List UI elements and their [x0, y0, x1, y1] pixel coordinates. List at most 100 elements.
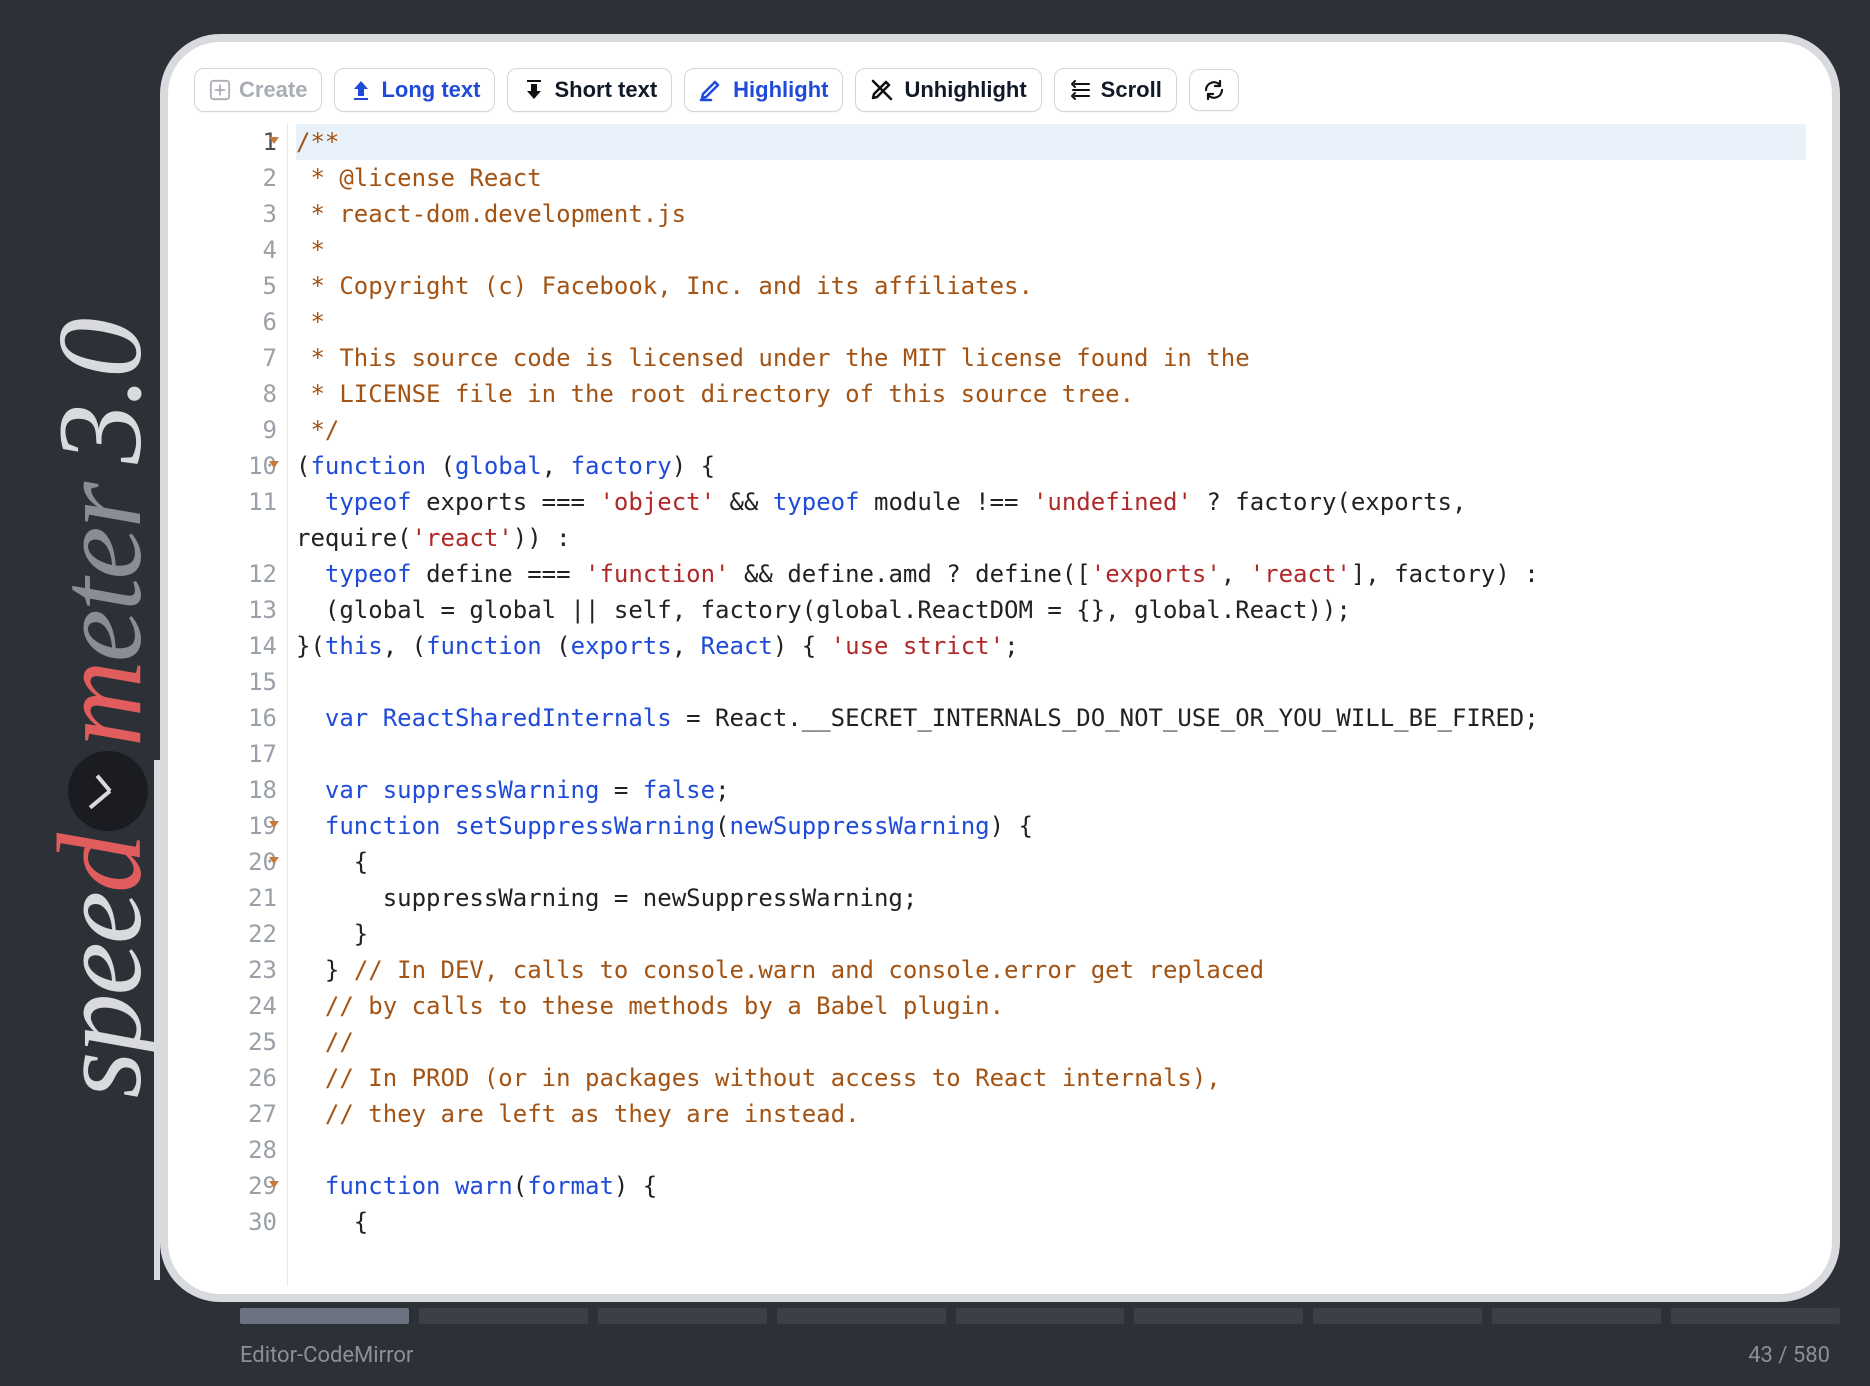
line-number[interactable]: 9 — [194, 412, 277, 448]
code-line[interactable]: (function (global, factory) { — [296, 448, 1806, 484]
progress-segment — [419, 1308, 588, 1324]
code-line[interactable]: typeof define === 'function' && define.a… — [296, 556, 1806, 592]
code-line[interactable]: } // In DEV, calls to console.warn and c… — [296, 952, 1806, 988]
line-number[interactable]: 19 — [194, 808, 277, 844]
line-number[interactable]: 5 — [194, 268, 277, 304]
line-number[interactable]: 21 — [194, 880, 277, 916]
code-line[interactable]: } — [296, 916, 1806, 952]
logo-text: speedmeter3.0 — [31, 59, 169, 1359]
progress-segment — [1134, 1308, 1303, 1324]
code-line[interactable]: */ — [296, 412, 1806, 448]
line-number[interactable]: 23 — [194, 952, 277, 988]
code-line[interactable]: * Copyright (c) Facebook, Inc. and its a… — [296, 268, 1806, 304]
code-line[interactable]: * @license React — [296, 160, 1806, 196]
fold-icon[interactable] — [269, 857, 279, 864]
progress-segment — [777, 1308, 946, 1324]
code-line[interactable]: var suppressWarning = false; — [296, 772, 1806, 808]
progress-segment — [240, 1308, 409, 1324]
plus-icon — [209, 79, 231, 101]
line-number[interactable]: 13 — [194, 592, 277, 628]
fold-icon[interactable] — [269, 461, 279, 468]
progress-segment — [956, 1308, 1125, 1324]
line-number[interactable]: 18 — [194, 772, 277, 808]
long-text-label: Long text — [381, 77, 480, 103]
code-line[interactable]: // In PROD (or in packages without acces… — [296, 1060, 1806, 1096]
code-line[interactable]: typeof exports === 'object' && typeof mo… — [296, 484, 1806, 520]
code-line[interactable] — [296, 664, 1806, 700]
fold-icon[interactable] — [269, 137, 279, 144]
code-line[interactable]: // by calls to these methods by a Babel … — [296, 988, 1806, 1024]
footer-label: Editor-CodeMirror — [240, 1343, 413, 1368]
code-line[interactable]: * react-dom.development.js — [296, 196, 1806, 232]
footer: Editor-CodeMirror 43 / 580 — [240, 1343, 1830, 1368]
line-number[interactable]: 7 — [194, 340, 277, 376]
code-editor[interactable]: 1234567891011121314151617181920212223242… — [194, 124, 1806, 1286]
line-number[interactable]: 29 — [194, 1168, 277, 1204]
unhighlight-button[interactable]: Unhighlight — [855, 68, 1041, 112]
line-number[interactable]: 6 — [194, 304, 277, 340]
code-line[interactable]: { — [296, 1204, 1806, 1240]
highlight-label: Highlight — [733, 77, 828, 103]
code-line[interactable]: (global = global || self, factory(global… — [296, 592, 1806, 628]
line-number[interactable]: 1 — [194, 124, 277, 160]
code-line[interactable]: // — [296, 1024, 1806, 1060]
line-number[interactable]: 4 — [194, 232, 277, 268]
app-frame: Create Long text Short text Highlight Un… — [160, 34, 1840, 1302]
code-line[interactable] — [296, 736, 1806, 772]
code-line[interactable]: * — [296, 232, 1806, 268]
line-number[interactable]: 15 — [194, 664, 277, 700]
fold-icon[interactable] — [269, 1181, 279, 1188]
code-line[interactable]: // they are left as they are instead. — [296, 1096, 1806, 1132]
code-line[interactable]: function setSuppressWarning(newSuppressW… — [296, 808, 1806, 844]
refresh-button[interactable] — [1189, 69, 1239, 111]
line-number[interactable]: 27 — [194, 1096, 277, 1132]
scroll-icon — [1069, 78, 1093, 102]
highlight-icon — [699, 78, 725, 102]
line-number[interactable]: 25 — [194, 1024, 277, 1060]
line-number[interactable]: 3 — [194, 196, 277, 232]
code-line[interactable]: function warn(format) { — [296, 1168, 1806, 1204]
short-text-label: Short text — [554, 77, 657, 103]
scroll-button[interactable]: Scroll — [1054, 68, 1177, 112]
line-number[interactable]: 22 — [194, 916, 277, 952]
footer-counter: 43 / 580 — [1748, 1343, 1830, 1368]
line-number[interactable]: 14 — [194, 628, 277, 664]
code-line[interactable]: * This source code is licensed under the… — [296, 340, 1806, 376]
line-number[interactable]: 16 — [194, 700, 277, 736]
line-number[interactable]: 28 — [194, 1132, 277, 1168]
short-text-button[interactable]: Short text — [507, 68, 672, 112]
line-number[interactable]: 17 — [194, 736, 277, 772]
code-line[interactable]: }(this, (function (exports, React) { 'us… — [296, 628, 1806, 664]
long-text-button[interactable]: Long text — [334, 68, 495, 112]
code-line[interactable]: require('react')) : — [296, 520, 1806, 556]
unhighlight-icon — [870, 78, 896, 102]
code-line[interactable]: * LICENSE file in the root directory of … — [296, 376, 1806, 412]
clock-icon — [68, 751, 148, 831]
create-button[interactable]: Create — [194, 68, 322, 112]
progress-segment — [1671, 1308, 1840, 1324]
line-number[interactable]: 12 — [194, 556, 277, 592]
fold-icon[interactable] — [269, 821, 279, 828]
toolbar: Create Long text Short text Highlight Un… — [194, 68, 1806, 112]
code-line[interactable] — [296, 1132, 1806, 1168]
code-line[interactable]: var ReactSharedInternals = React.__SECRE… — [296, 700, 1806, 736]
code-line[interactable]: * — [296, 304, 1806, 340]
code-line[interactable]: suppressWarning = newSuppressWarning; — [296, 880, 1806, 916]
line-number[interactable]: 10 — [194, 448, 277, 484]
unhighlight-label: Unhighlight — [904, 77, 1026, 103]
line-number[interactable]: 8 — [194, 376, 277, 412]
line-number[interactable]: 2 — [194, 160, 277, 196]
line-gutter[interactable]: 1234567891011121314151617181920212223242… — [194, 124, 288, 1286]
upload-arrow-icon — [349, 78, 373, 102]
line-number[interactable]: 11 — [194, 484, 277, 520]
create-label: Create — [239, 77, 307, 103]
code-line[interactable]: { — [296, 844, 1806, 880]
code-line[interactable]: /** — [296, 124, 1806, 160]
line-number[interactable]: 20 — [194, 844, 277, 880]
line-number[interactable]: 24 — [194, 988, 277, 1024]
highlight-button[interactable]: Highlight — [684, 68, 843, 112]
line-number[interactable] — [194, 520, 277, 556]
line-number[interactable]: 30 — [194, 1204, 277, 1240]
line-number[interactable]: 26 — [194, 1060, 277, 1096]
code-content[interactable]: /** * @license React * react-dom.develop… — [288, 124, 1806, 1286]
